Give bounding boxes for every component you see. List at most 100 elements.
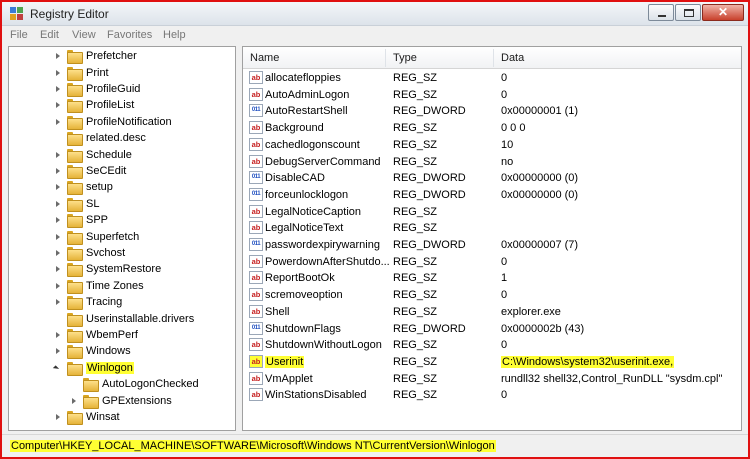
title-bar[interactable]: Registry Editor ✕ — [2, 2, 748, 26]
tree-item[interactable]: SL — [53, 196, 99, 212]
value-row[interactable]: ab LegalNoticeText REG_SZ — [243, 220, 741, 237]
value-row[interactable]: ab Shell REG_SZ explorer.exe — [243, 304, 741, 321]
tree-item[interactable]: Tracing — [53, 294, 123, 311]
values-list[interactable]: Name Type Data ab allocatefloppies REG_SZ 0… — [242, 46, 742, 431]
window-title: Registry Editor — [30, 7, 109, 21]
menu-help[interactable]: Help — [163, 29, 186, 41]
expand-arrow-icon[interactable] — [53, 346, 63, 356]
tree-item[interactable]: WbemPerf — [53, 327, 138, 343]
value-row[interactable]: ab cachedlogonscount REG_SZ 10 — [243, 137, 741, 154]
tree-item[interactable]: AutoLogonChecked — [69, 376, 199, 393]
expand-arrow-icon[interactable] — [53, 84, 63, 94]
expand-arrow-icon[interactable] — [53, 68, 63, 78]
value-name: ShutdownFlags — [265, 322, 341, 335]
value-row[interactable]: 011 ShutdownFlags REG_DWORD 0x0000002b (43) — [243, 321, 741, 338]
expand-arrow-icon[interactable] — [53, 51, 63, 61]
expand-arrow-icon[interactable] — [53, 412, 63, 422]
registry-editor-icon — [10, 7, 23, 20]
expand-arrow-icon[interactable] — [53, 150, 63, 160]
expand-arrow-icon[interactable] — [53, 199, 63, 209]
tree-item[interactable]: Print — [53, 64, 109, 81]
tree-item[interactable]: Schedule — [53, 146, 132, 163]
close-icon: ✕ — [717, 5, 729, 19]
expand-arrow-icon[interactable] — [53, 248, 63, 258]
value-row[interactable]: ab ShutdownWithoutLogon REG_SZ 0 — [243, 337, 741, 354]
expand-arrow-icon[interactable] — [53, 182, 63, 192]
value-name: WinStationsDisabled — [265, 389, 367, 402]
value-row[interactable]: 011 AutoRestartShell REG_DWORD 0x00000001 (… — [243, 103, 741, 120]
value-data: 0 — [501, 389, 508, 402]
column-divider[interactable] — [493, 49, 494, 67]
expand-arrow-icon[interactable] — [53, 264, 63, 274]
expand-arrow-icon[interactable] — [53, 215, 63, 225]
menu-view[interactable]: View — [72, 29, 96, 41]
value-row[interactable]: ab Background REG_SZ 0 0 0 — [243, 120, 741, 137]
menu-bar: File Edit View Favorites Help — [2, 27, 748, 45]
expand-arrow-icon[interactable] — [53, 281, 63, 291]
value-row[interactable]: ab WinStationsDisabled REG_SZ 0 — [243, 387, 741, 404]
tree-item[interactable]: Time Zones — [53, 278, 144, 294]
tree-item[interactable]: Winsat — [53, 409, 120, 425]
folder-icon — [67, 230, 83, 245]
value-row[interactable]: ab allocatefloppies REG_SZ 0 — [243, 70, 741, 87]
maximize-button[interactable] — [675, 4, 701, 21]
column-header-data[interactable]: Data — [501, 52, 524, 64]
menu-file[interactable]: File — [10, 29, 28, 41]
tree-item-label: Winsat — [86, 410, 120, 423]
expand-arrow-icon[interactable] — [53, 117, 63, 127]
expand-arrow-icon[interactable] — [53, 330, 63, 340]
column-divider[interactable] — [385, 49, 386, 67]
expand-arrow-icon[interactable] — [69, 396, 79, 406]
close-button[interactable]: ✕ — [702, 4, 744, 21]
value-row[interactable]: 011 forceunlocklogon REG_DWORD 0x00000000 (… — [243, 187, 741, 204]
expand-arrow-icon[interactable] — [53, 297, 63, 307]
tree-item[interactable]: Windows — [53, 343, 131, 360]
tree-item-label: Schedule — [86, 148, 132, 161]
minimize-button[interactable] — [648, 4, 674, 21]
value-row[interactable]: ab ReportBootOk REG_SZ 1 — [243, 270, 741, 287]
value-row[interactable]: ab PowerdownAfterShutdo... REG_SZ 0 — [243, 254, 741, 271]
menu-edit[interactable]: Edit — [40, 29, 59, 41]
value-type: REG_SZ — [393, 255, 438, 268]
value-type: REG_SZ — [393, 372, 438, 385]
column-header-type[interactable]: Type — [393, 52, 417, 64]
value-type: REG_SZ — [393, 389, 438, 402]
tree-item-label: Tracing — [86, 296, 123, 309]
tree-item[interactable]: SeCEdit — [53, 163, 126, 179]
value-row[interactable]: ab AutoAdminLogon REG_SZ 0 — [243, 87, 741, 104]
value-row[interactable]: ab Userinit REG_SZ C:\Windows\system32\user… — [243, 354, 741, 371]
tree-item[interactable]: Prefetcher — [53, 48, 137, 65]
tree-item[interactable]: SystemRestore — [53, 261, 161, 278]
value-data: C:\Windows\system32\userinit.exe, — [501, 355, 675, 368]
value-name: allocatefloppies — [265, 72, 341, 84]
value-type: REG_SZ — [393, 222, 438, 235]
tree-item[interactable]: ProfileList — [53, 97, 134, 114]
tree-item[interactable]: Userinstallable.drivers — [53, 310, 194, 327]
tree-item[interactable]: ProfileNotification — [53, 114, 172, 130]
expanded-arrow-icon[interactable] — [53, 363, 63, 373]
tree-item[interactable]: related.desc — [53, 130, 146, 147]
value-row[interactable]: ab VmApplet REG_SZ rundll32 shell32,Control… — [243, 371, 741, 388]
folder-icon — [67, 345, 83, 360]
tree-item[interactable]: Winlogon — [53, 360, 134, 376]
expand-arrow-icon[interactable] — [53, 166, 63, 176]
value-row[interactable]: ab scremoveoption REG_SZ 0 — [243, 287, 741, 304]
tree-item[interactable]: Superfetch — [53, 228, 139, 245]
value-row[interactable]: 011 passwordexpirywarning REG_DWORD 0x00000… — [243, 237, 741, 254]
expand-arrow-icon[interactable] — [53, 100, 63, 110]
value-row[interactable]: ab DebugServerCommand REG_SZ no — [243, 154, 741, 171]
tree-item[interactable]: ProfileGuid — [53, 81, 140, 97]
value-data: 10 — [501, 138, 514, 151]
value-type: REG_SZ — [393, 305, 438, 318]
tree-item[interactable]: SPP — [53, 212, 108, 229]
expand-arrow-icon[interactable] — [53, 232, 63, 242]
value-type: REG_SZ — [393, 339, 438, 352]
column-header-name[interactable]: Name — [250, 52, 279, 64]
tree-item[interactable]: Svchost — [53, 245, 125, 261]
tree-item[interactable]: setup — [53, 179, 113, 196]
value-row[interactable]: 011 DisableCAD REG_DWORD 0x00000000 (0) — [243, 170, 741, 187]
menu-favorites[interactable]: Favorites — [107, 29, 152, 41]
tree-item[interactable]: GPExtensions — [69, 392, 172, 409]
registry-tree[interactable]: Prefetcher Print ProfileGuid ProfileList Pro… — [8, 46, 236, 431]
value-row[interactable]: ab LegalNoticeCaption REG_SZ — [243, 204, 741, 221]
